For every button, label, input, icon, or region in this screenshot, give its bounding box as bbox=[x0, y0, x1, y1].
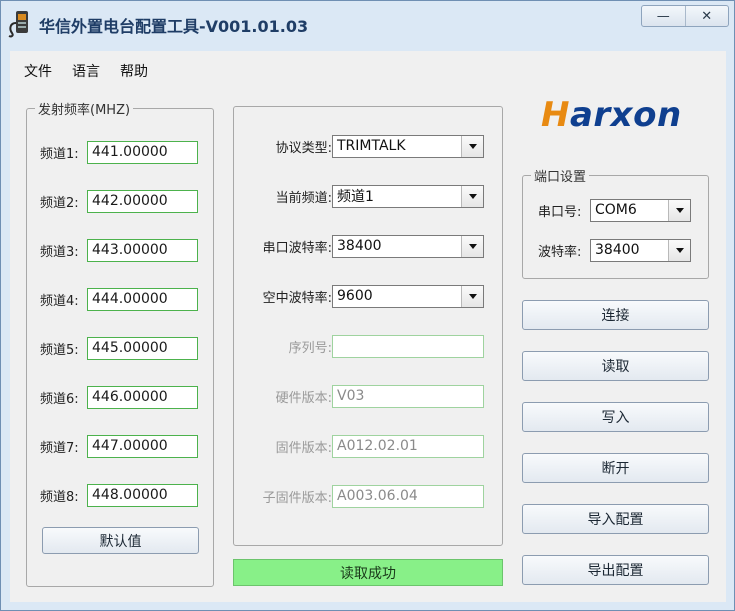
chevron-down-icon[interactable] bbox=[461, 185, 483, 207]
menu-file[interactable]: 文件 bbox=[23, 59, 53, 83]
harxon-logo: Harxon bbox=[541, 95, 682, 135]
firmware-version-field: A012.02.01 bbox=[332, 434, 484, 458]
serial-baud-select[interactable]: 38400 bbox=[332, 234, 484, 258]
default-values-button[interactable]: 默认值 bbox=[42, 527, 199, 554]
sub-firmware-version-row: 子固件版本: A003.06.04 bbox=[250, 484, 484, 508]
minimize-button[interactable]: — bbox=[642, 6, 685, 26]
port-group-legend: 端口设置 bbox=[534, 170, 587, 185]
write-button[interactable]: 写入 bbox=[522, 402, 709, 432]
client-area: 文件 语言 帮助 发射频率(MHZ) 频道1: 441.00000 频道2: 442.… bbox=[10, 51, 726, 602]
read-button[interactable]: 读取 bbox=[522, 351, 709, 381]
channel-label: 频道3: bbox=[40, 244, 79, 260]
serial-baud-value: 38400 bbox=[337, 238, 382, 254]
channel-frequency-input[interactable]: 445.00000 bbox=[87, 336, 198, 360]
channel-label: 频道1: bbox=[40, 146, 79, 162]
window-title: 华信外置电台配置工具-V001.01.03 bbox=[39, 17, 309, 36]
air-baud-select[interactable]: 9600 bbox=[332, 284, 484, 308]
port-label: 串口号: bbox=[538, 204, 582, 220]
import-config-button[interactable]: 导入配置 bbox=[522, 504, 709, 534]
port-select[interactable]: COM6 bbox=[590, 198, 691, 222]
logo-prefix: H bbox=[541, 95, 570, 135]
port-value: COM6 bbox=[595, 202, 637, 218]
channel-label: 频道2: bbox=[40, 195, 79, 211]
menu-bar: 文件 语言 帮助 bbox=[23, 59, 149, 83]
channel-row: 频道2: 442.00000 bbox=[40, 189, 198, 213]
chevron-down-icon[interactable] bbox=[668, 199, 690, 221]
channel-row: 频道8: 448.00000 bbox=[40, 483, 198, 507]
baud-row: 波特率: 38400 bbox=[538, 238, 691, 262]
channel-frequency-input[interactable]: 441.00000 bbox=[87, 140, 198, 164]
chevron-down-icon[interactable] bbox=[461, 135, 483, 157]
channel-frequency-input[interactable]: 448.00000 bbox=[87, 483, 198, 507]
firmware-version-label: 固件版本: bbox=[275, 440, 332, 456]
channel-frequency-input[interactable]: 444.00000 bbox=[87, 287, 198, 311]
config-panel bbox=[233, 106, 503, 546]
channel-label: 频道7: bbox=[40, 440, 79, 456]
channel-label: 频道8: bbox=[40, 489, 79, 505]
air-baud-value: 9600 bbox=[337, 288, 373, 304]
channel-frequency-input[interactable]: 442.00000 bbox=[87, 189, 198, 213]
protocol-label: 协议类型: bbox=[275, 140, 332, 156]
sub-firmware-version-field: A003.06.04 bbox=[332, 484, 484, 508]
channel-label: 频道5: bbox=[40, 342, 79, 358]
channel-row: 频道5: 445.00000 bbox=[40, 336, 198, 360]
current-channel-row: 当前频道: 频道1 bbox=[250, 184, 484, 208]
serial-no-row: 序列号: bbox=[250, 334, 484, 358]
hardware-version-row: 硬件版本: V03 bbox=[250, 384, 484, 408]
current-channel-select[interactable]: 频道1 bbox=[332, 184, 484, 208]
current-channel-label: 当前频道: bbox=[275, 190, 332, 206]
menu-help[interactable]: 帮助 bbox=[119, 59, 149, 83]
chevron-down-icon[interactable] bbox=[461, 285, 483, 307]
chevron-down-icon[interactable] bbox=[461, 235, 483, 257]
channel-frequency-input[interactable]: 443.00000 bbox=[87, 238, 198, 262]
current-channel-value: 频道1 bbox=[337, 189, 374, 205]
sub-firmware-version-label: 子固件版本: bbox=[262, 490, 332, 506]
radio-app-icon bbox=[8, 11, 28, 38]
channel-frequency-input[interactable]: 447.00000 bbox=[87, 434, 198, 458]
app-window: 华信外置电台配置工具-V001.01.03 — ✕ 文件 语言 帮助 发射频率(… bbox=[0, 0, 735, 611]
baud-select[interactable]: 38400 bbox=[590, 238, 691, 262]
serial-no-field bbox=[332, 334, 484, 358]
channel-label: 频道4: bbox=[40, 293, 79, 309]
baud-label: 波特率: bbox=[538, 244, 582, 260]
status-bar: 读取成功 bbox=[233, 559, 503, 586]
serial-baud-row: 串口波特率: 38400 bbox=[250, 234, 484, 258]
port-row: 串口号: COM6 bbox=[538, 198, 691, 222]
menu-language[interactable]: 语言 bbox=[71, 59, 101, 83]
close-button[interactable]: ✕ bbox=[684, 6, 729, 26]
disconnect-button[interactable]: 断开 bbox=[522, 453, 709, 483]
port-group: 端口设置 bbox=[522, 166, 709, 279]
chevron-down-icon[interactable] bbox=[668, 239, 690, 261]
channel-row: 频道6: 446.00000 bbox=[40, 385, 198, 409]
channel-row: 频道1: 441.00000 bbox=[40, 140, 198, 164]
channel-row: 频道3: 443.00000 bbox=[40, 238, 198, 262]
serial-baud-label: 串口波特率: bbox=[262, 240, 332, 256]
baud-value: 38400 bbox=[595, 242, 640, 258]
channel-row: 频道7: 447.00000 bbox=[40, 434, 198, 458]
hardware-version-field: V03 bbox=[332, 384, 484, 408]
title-bar[interactable]: 华信外置电台配置工具-V001.01.03 — ✕ bbox=[1, 1, 734, 47]
logo-rest: arxon bbox=[569, 95, 682, 135]
protocol-row: 协议类型: TRIMTALK bbox=[250, 134, 484, 158]
window-controls: — ✕ bbox=[641, 5, 729, 27]
protocol-value: TRIMTALK bbox=[337, 138, 406, 154]
protocol-select[interactable]: TRIMTALK bbox=[332, 134, 484, 158]
connect-button[interactable]: 连接 bbox=[522, 300, 709, 330]
firmware-version-row: 固件版本: A012.02.01 bbox=[250, 434, 484, 458]
channel-row: 频道4: 444.00000 bbox=[40, 287, 198, 311]
channel-label: 频道6: bbox=[40, 391, 79, 407]
serial-no-label: 序列号: bbox=[288, 340, 332, 356]
hardware-version-label: 硬件版本: bbox=[275, 390, 332, 406]
frequency-group-legend: 发射频率(MHZ) bbox=[38, 103, 131, 118]
export-config-button[interactable]: 导出配置 bbox=[522, 555, 709, 585]
air-baud-row: 空中波特率: 9600 bbox=[250, 284, 484, 308]
air-baud-label: 空中波特率: bbox=[262, 290, 332, 306]
channel-frequency-input[interactable]: 446.00000 bbox=[87, 385, 198, 409]
